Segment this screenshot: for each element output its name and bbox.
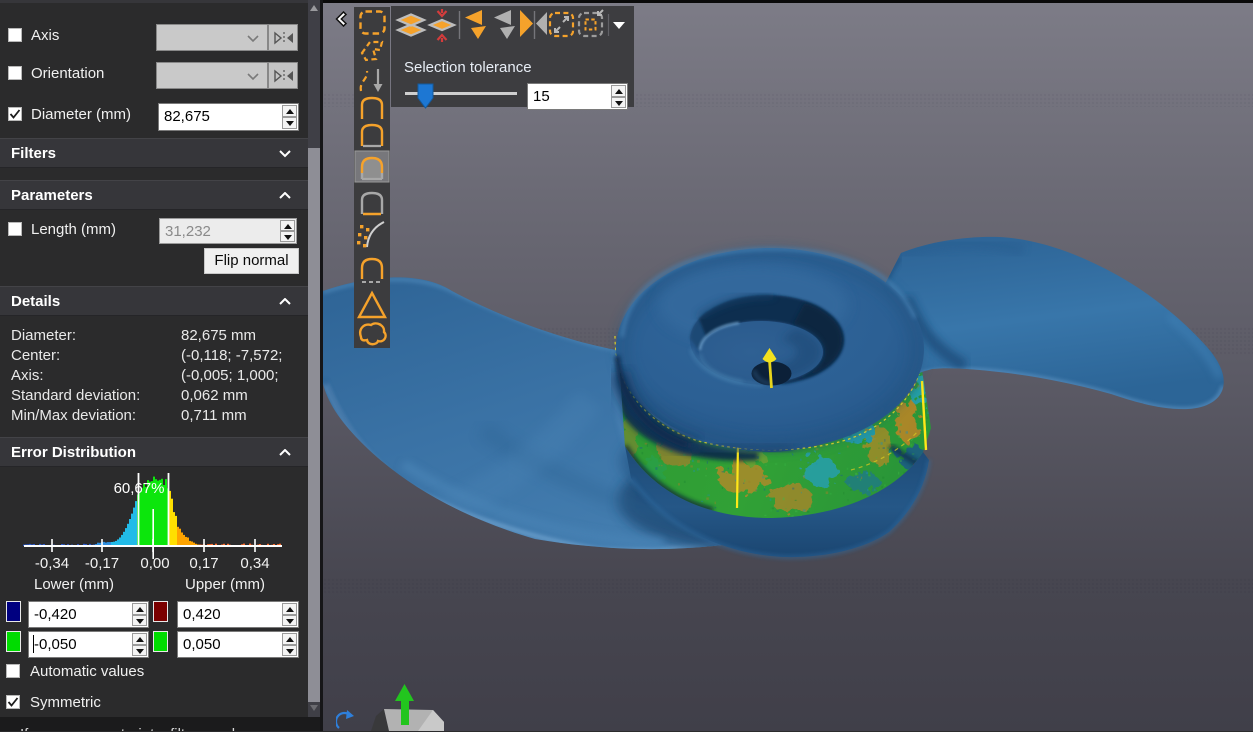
svg-text:60,67%: 60,67% [114,480,165,497]
svg-text:-0,34: -0,34 [35,555,69,572]
svg-text:0,00: 0,00 [140,555,169,572]
svg-text:0,17: 0,17 [189,555,218,572]
svg-text:0,34: 0,34 [240,555,269,572]
svg-text:-0,17: -0,17 [85,555,119,572]
